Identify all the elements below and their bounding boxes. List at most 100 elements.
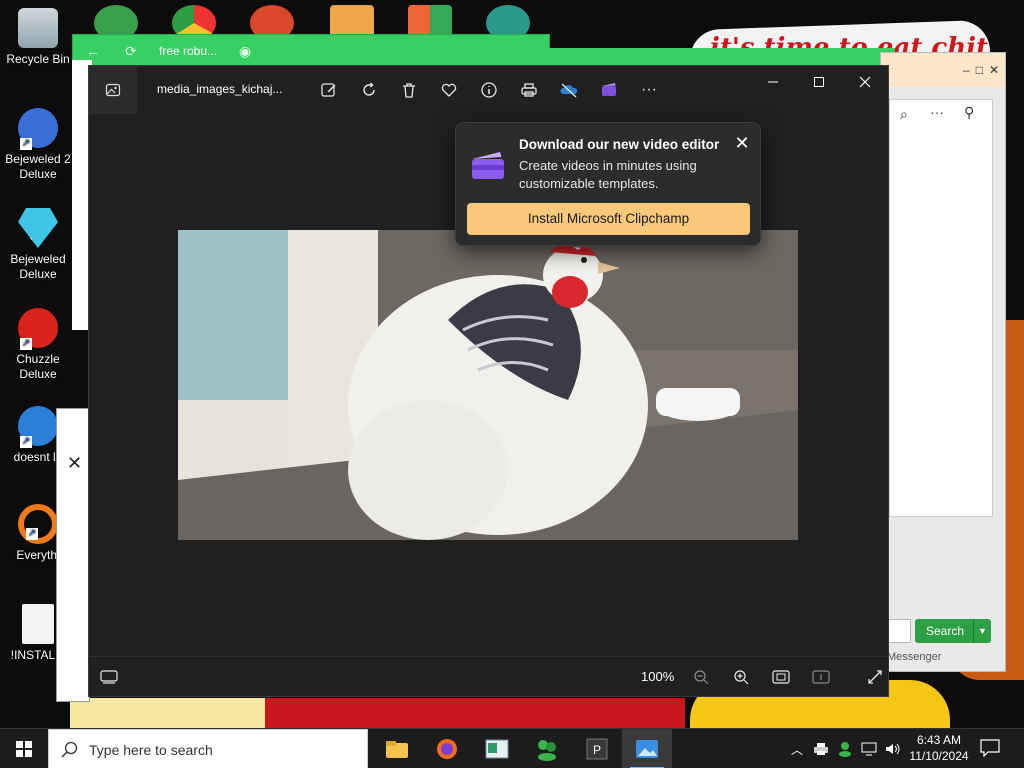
clipchamp-icon — [470, 147, 506, 179]
close-icon[interactable] — [842, 66, 888, 98]
messenger-people-icon — [538, 740, 556, 761]
desktop-icon-chuzzle[interactable]: Chuzzle Deluxe — [0, 308, 76, 382]
minimize-icon[interactable]: – — [963, 63, 970, 77]
system-tray: ︿ — [788, 729, 902, 768]
taskbar-firefox[interactable] — [422, 729, 472, 768]
taskbar-search-box[interactable]: Type here to search — [48, 729, 368, 768]
search-button[interactable]: Search — [915, 619, 975, 643]
wallpaper-shape — [70, 698, 270, 728]
taskbar: Type here to search P ︿ 6:43 AM 11/10/20… — [0, 728, 1024, 768]
zoom-in-icon[interactable] — [729, 665, 753, 689]
taskbar-app[interactable] — [472, 729, 522, 768]
window-titlebar[interactable]: – □ ✕ — [881, 53, 1005, 87]
wallpaper-shape — [265, 698, 685, 728]
app-icon — [18, 406, 58, 448]
desktop-icon-label: Chuzzle Deluxe — [16, 352, 60, 381]
info-icon[interactable] — [477, 78, 501, 102]
file-name: media_images_kichaj... — [157, 82, 283, 96]
text-file-icon — [22, 604, 54, 644]
printer-icon[interactable] — [812, 740, 830, 758]
taskbar-app-p[interactable]: P — [572, 729, 622, 768]
zoom-level: 100% — [641, 669, 675, 684]
window-titlebar[interactable]: ← ⟳ free robu... ◉ — [73, 35, 549, 67]
chuzzle-icon — [18, 308, 58, 350]
clipchamp-icon[interactable] — [597, 78, 621, 102]
background-window-right[interactable]: – □ ✕ ⌕ ··· ⚲ Search ▼ Messenger — [880, 52, 1006, 672]
svg-text:P: P — [593, 743, 601, 757]
photos-bottom-bar: 100% — [89, 656, 888, 696]
messenger-tray-icon[interactable] — [836, 740, 854, 758]
desktop-icon-label: Bejeweled 2 Deluxe — [5, 152, 71, 181]
maximize-icon[interactable] — [796, 66, 842, 98]
volume-icon[interactable] — [884, 740, 902, 758]
zoom-out-icon[interactable] — [689, 665, 713, 689]
clock-date: 11/10/2024 — [909, 749, 969, 763]
windows-logo-icon — [16, 741, 32, 757]
close-icon[interactable]: ✕ — [67, 453, 82, 474]
p-app-icon: P — [586, 738, 608, 760]
fullscreen-expand-icon[interactable] — [863, 665, 887, 689]
refresh-icon[interactable]: ⟳ — [121, 43, 141, 60]
gallery-icon[interactable] — [89, 66, 137, 114]
start-button[interactable] — [0, 729, 48, 768]
search-placeholder: Type here to search — [89, 742, 213, 758]
desktop-icon-bejeweled[interactable]: Bejeweled Deluxe — [0, 208, 76, 282]
folder-icon — [386, 741, 408, 758]
network-icon[interactable] — [860, 740, 878, 758]
onedrive-cloud-icon[interactable] — [557, 78, 581, 102]
hen-photo — [178, 230, 798, 540]
close-icon[interactable]: ✕ — [989, 63, 999, 77]
search-input[interactable] — [887, 619, 911, 643]
desktop-icon-label: Everythi — [16, 548, 60, 562]
pin-icon[interactable]: ⚲ — [964, 104, 974, 121]
more-options-icon[interactable]: ··· — [637, 78, 661, 102]
edit-image-icon[interactable] — [317, 78, 341, 102]
filmstrip-icon[interactable] — [97, 666, 121, 688]
zoom-controls — [689, 665, 887, 689]
search-icon — [61, 740, 81, 760]
clipchamp-promo-popup: Download our new video editor Create vid… — [455, 122, 761, 246]
print-icon[interactable] — [517, 78, 541, 102]
window-controls — [750, 66, 888, 98]
favorite-heart-icon[interactable] — [437, 78, 461, 102]
bejeweled-2-icon — [18, 108, 58, 150]
fit-to-window-icon[interactable] — [769, 665, 793, 689]
content-panel: ⌕ ··· ⚲ — [889, 99, 993, 517]
install-clipchamp-button[interactable]: Install Microsoft Clipchamp — [467, 203, 750, 235]
notification-center-icon[interactable] — [980, 739, 1002, 759]
photo-toolbar: ··· — [317, 78, 661, 102]
photos-titlebar[interactable]: media_images_kichaj... ··· — [89, 66, 888, 114]
desktop-icon-bejeweled-2[interactable]: Bejeweled 2 Deluxe — [0, 108, 76, 182]
taskbar-clock[interactable]: 6:43 AM 11/10/2024 — [902, 732, 976, 764]
search-dropdown-button[interactable]: ▼ — [973, 619, 991, 643]
background-window-left[interactable]: ✕ — [56, 408, 90, 702]
minimize-icon[interactable] — [750, 66, 796, 98]
delete-icon[interactable] — [397, 78, 421, 102]
desktop-icon-label: Recycle Bin — [6, 52, 70, 66]
search-icon[interactable]: ⌕ — [900, 106, 908, 123]
taskbar-file-explorer[interactable] — [372, 729, 422, 768]
actual-size-icon[interactable] — [809, 665, 833, 689]
desktop-icon-label: Bejeweled Deluxe — [10, 252, 66, 281]
popup-body: Create videos in minutes using customiza… — [519, 158, 697, 191]
maximize-icon[interactable]: □ — [976, 63, 983, 77]
taskbar-apps: P — [372, 729, 672, 768]
photos-app-icon — [636, 740, 658, 758]
taskbar-messenger[interactable] — [522, 729, 572, 768]
displayed-photo[interactable] — [178, 230, 798, 540]
eye-icon[interactable]: ◉ — [235, 43, 255, 60]
firefox-icon — [437, 739, 457, 759]
footer-text: Messenger — [887, 651, 942, 663]
desktop-icon-recycle-bin[interactable]: Recycle Bin — [0, 8, 76, 67]
popup-close-icon[interactable]: ✕ — [732, 133, 752, 153]
window-title: free robu... — [159, 44, 218, 58]
search-magnifier-icon — [18, 504, 58, 544]
recycle-bin-icon — [18, 8, 58, 48]
more-icon[interactable]: ··· — [930, 104, 944, 120]
taskbar-photos[interactable] — [622, 729, 672, 768]
clock-time: 6:43 AM — [916, 733, 962, 747]
show-hidden-icons-chevron-icon[interactable]: ︿ — [788, 740, 806, 758]
rotate-icon[interactable] — [357, 78, 381, 102]
back-arrow-icon[interactable]: ← — [83, 43, 103, 59]
diamond-icon — [18, 208, 58, 248]
